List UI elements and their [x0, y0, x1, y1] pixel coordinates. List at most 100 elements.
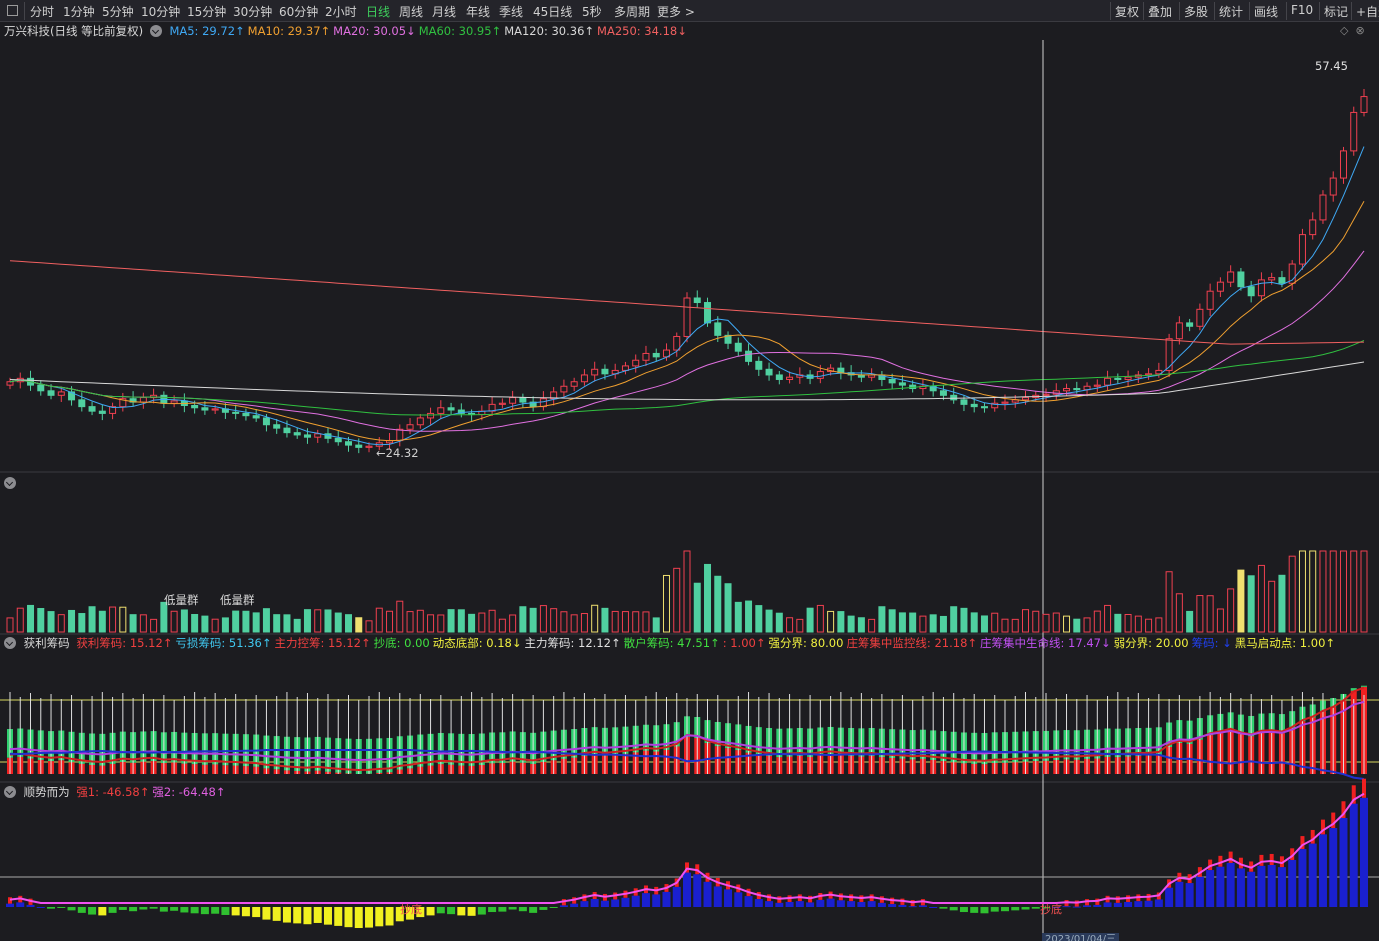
candle-body: [1329, 177, 1337, 196]
trend-bar: [1339, 817, 1348, 907]
candle-body: [1186, 322, 1194, 327]
volume-bar: [1216, 608, 1224, 633]
volume-bar: [180, 609, 188, 633]
volume-bar: [683, 550, 691, 633]
trend-bar: [282, 907, 291, 923]
toolbar-divider: [1110, 2, 1111, 20]
candle-body: [1022, 397, 1029, 401]
trend-bar: [57, 907, 66, 908]
trend-bar: [129, 907, 138, 912]
volume-bar: [1104, 604, 1112, 633]
trend-bar: [36, 907, 45, 908]
period-tab-2[interactable]: 5分钟: [102, 3, 134, 20]
trend-red-bar: [1310, 829, 1315, 844]
candle-body: [755, 360, 763, 370]
period-tab-13[interactable]: 45日线: [533, 3, 572, 20]
chevron-down-icon[interactable]: [4, 477, 16, 489]
volume-bar: [345, 614, 352, 633]
volume-bar: [1175, 593, 1183, 633]
trend-bar: [1318, 834, 1327, 907]
toolbar-button-2[interactable]: 多股: [1184, 3, 1208, 20]
period-tab-7[interactable]: 2小时: [325, 3, 357, 20]
period-tab-4[interactable]: 15分钟: [187, 3, 226, 20]
candle-body: [714, 322, 722, 336]
trend-bar: [200, 907, 209, 915]
toolbar-button-4[interactable]: 画线: [1254, 3, 1278, 20]
volume-bar: [929, 614, 937, 633]
volume-bar: [765, 609, 773, 633]
trend-bar: [1093, 904, 1102, 907]
volume-bar: [775, 612, 783, 633]
trend-bar: [641, 893, 650, 907]
toolbar-button-6[interactable]: 标记: [1324, 3, 1348, 20]
candle-body: [939, 390, 947, 396]
trend-bar: [139, 907, 148, 910]
candle-body: [683, 297, 691, 337]
trend-bar: [313, 907, 322, 923]
candle-body: [621, 365, 629, 371]
chip-legend-item-6: 散户筹码: 47.51↑: [623, 636, 720, 650]
volume-bar: [68, 609, 76, 633]
chevron-down-icon[interactable]: [4, 786, 16, 798]
period-tab-12[interactable]: 季线: [499, 3, 523, 20]
low-volume-label-2: 低量群: [220, 593, 255, 607]
volume-bar: [498, 618, 506, 633]
volume-bar: [283, 614, 291, 633]
period-tab-15[interactable]: 多周期: [614, 3, 650, 20]
volume-bar: [6, 617, 14, 633]
period-tab-3[interactable]: 10分钟: [141, 3, 180, 20]
volume-bar: [704, 563, 712, 633]
volume-bar: [1042, 613, 1050, 633]
period-tab-11[interactable]: 年线: [466, 3, 490, 20]
trend-bar: [1360, 797, 1368, 907]
candle-body: [1114, 377, 1122, 380]
volume-bar: [970, 612, 978, 633]
period-tab-6[interactable]: 60分钟: [279, 3, 318, 20]
period-tab-1[interactable]: 1分钟: [63, 3, 95, 20]
volume-bar: [621, 611, 629, 633]
period-tab-9[interactable]: 周线: [399, 3, 423, 20]
candle-body: [1175, 322, 1183, 340]
candle-body: [314, 433, 322, 438]
candle-body: [1165, 338, 1173, 371]
candle-body: [242, 412, 250, 417]
period-tab-0[interactable]: 分时: [30, 3, 54, 20]
trend-bar: [765, 901, 774, 907]
candle-body: [1206, 290, 1214, 310]
volume-bar: [1073, 618, 1081, 633]
trend-bar: [1195, 876, 1204, 907]
volume-bar: [1288, 555, 1296, 633]
volume-bar: [1268, 580, 1276, 633]
chip-legend-item-12: 筹码: ↓: [1191, 636, 1232, 650]
volume-bar: [1011, 618, 1019, 633]
toolbar-button-3[interactable]: 统计: [1219, 3, 1243, 20]
period-tab-10[interactable]: 月线: [432, 3, 456, 20]
period-tab-8[interactable]: 日线: [366, 3, 390, 20]
trend-bar: [744, 896, 753, 907]
toolbar-button-5[interactable]: F10: [1291, 3, 1313, 17]
trend-bar: [929, 907, 938, 908]
trend-bar: [1308, 843, 1317, 907]
candle-body: [673, 335, 681, 351]
candle-body: [1319, 194, 1327, 221]
trend-bar: [354, 907, 363, 928]
volume-bar: [580, 613, 588, 633]
volume-bar: [591, 604, 599, 633]
window-icon[interactable]: [7, 5, 18, 16]
period-tab-14[interactable]: 5秒: [582, 3, 602, 20]
chart-area[interactable]: [0, 22, 1379, 941]
trend-bar: [108, 907, 117, 913]
period-tab-5[interactable]: 30分钟: [233, 3, 272, 20]
volume-bar: [950, 606, 958, 633]
toolbar-button-7[interactable]: +自选: [1356, 3, 1379, 20]
trend-legend: 顺势而为 强1: -46.58↑ 强2: -64.48↑: [4, 784, 231, 800]
toolbar-button-0[interactable]: 复权: [1115, 3, 1139, 20]
period-tab-16[interactable]: 更多 >: [657, 3, 695, 20]
chevron-down-icon[interactable]: [4, 637, 16, 649]
candle-body: [1360, 96, 1368, 113]
trend-bar: [1349, 803, 1358, 907]
volume-bar: [960, 607, 968, 633]
toolbar-button-1[interactable]: 叠加: [1148, 3, 1172, 20]
volume-bar: [303, 609, 311, 633]
trend-bar: [713, 886, 722, 907]
